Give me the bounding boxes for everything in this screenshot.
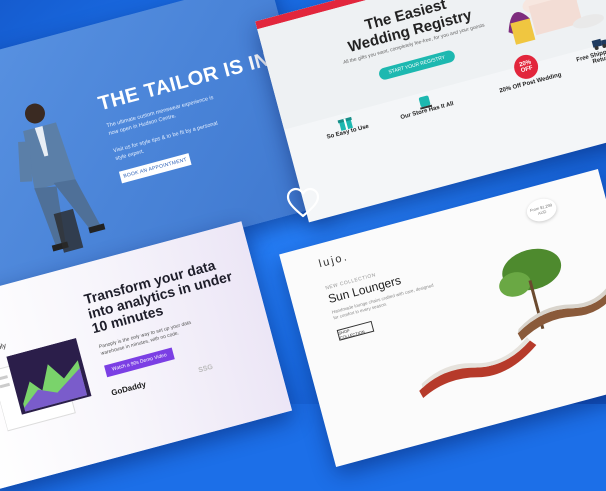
heart-icon[interactable]: [286, 187, 320, 219]
price-tag: From $1,299 AUD: [524, 195, 559, 225]
partner-logo-godaddy: GoDaddy: [110, 379, 147, 398]
shop-collection-button[interactable]: SHOP COLLECTION: [336, 320, 375, 341]
dashboard-mockup: [0, 338, 92, 432]
analytics-title: Transform your data into analytics in un…: [82, 256, 234, 337]
loungers-photo: [419, 248, 606, 399]
panoply-logo: panoply: [0, 342, 8, 356]
partner-logo-ssg: SSG: [197, 363, 214, 375]
lujo-logo: lujo.: [317, 250, 350, 271]
